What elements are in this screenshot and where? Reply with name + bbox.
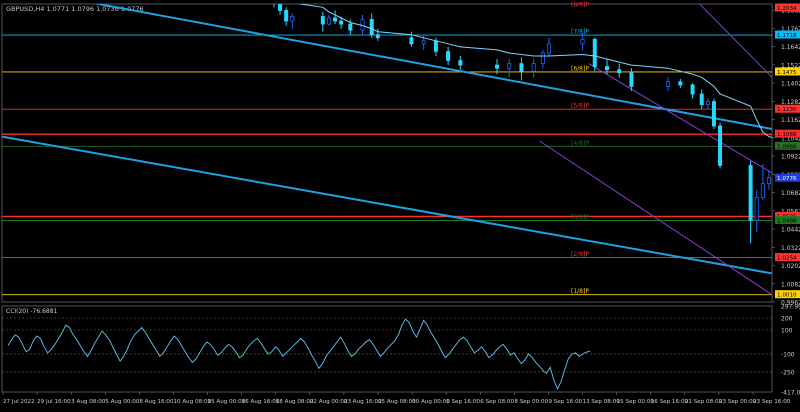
level-label: [6/8]P xyxy=(571,65,589,72)
level-price-label: 1.1230 xyxy=(777,107,797,113)
price-tick-label: 1.0202 xyxy=(781,263,800,270)
price-tick-label: 1.0322 xyxy=(781,245,800,252)
current-price-label: 1.0776 xyxy=(777,176,797,182)
level-label: [2/8]P xyxy=(571,251,589,258)
candle-body xyxy=(272,0,275,3)
level-price-label: 1.0254 xyxy=(777,256,797,262)
level-label: [4/8]P xyxy=(571,140,589,147)
candle-body xyxy=(348,23,353,31)
candle-body xyxy=(433,40,438,52)
level-label: [8/8]P xyxy=(571,2,589,9)
time-tick-label: 9 Sep 16:00 xyxy=(548,399,582,405)
time-tick-label: 23 Sep 16:00 xyxy=(753,399,791,405)
level-label: [3/8]P xyxy=(571,214,589,221)
price-axis: 1.18821.17621.16421.15221.14021.12821.11… xyxy=(772,8,800,307)
candle-body xyxy=(629,72,634,87)
level-price-label: 1.0010 xyxy=(777,293,797,299)
candle-body xyxy=(326,17,331,25)
candle-body xyxy=(519,63,524,72)
price-tick-label: 1.0082 xyxy=(781,281,800,288)
time-tick-label: 1 Sep 16:00 xyxy=(446,399,480,405)
time-tick-label: 27 Jul 2022 xyxy=(3,399,35,405)
candle-body xyxy=(284,9,289,22)
level-price-label: 1.1475 xyxy=(777,70,797,76)
price-tick-label: 1.1642 xyxy=(781,44,800,51)
candle-body xyxy=(754,196,759,221)
time-tick-label: 3 Aug 08:00 xyxy=(71,399,106,405)
candle-body xyxy=(666,81,671,87)
candle-body xyxy=(409,37,414,45)
chart-window: GBPUSD,H4 1.0771 1.0796 1.0736 1.0776 1.1… xyxy=(0,0,800,408)
candle-body xyxy=(458,60,463,66)
time-tick-label: 6 Sep 08:00 xyxy=(480,399,514,405)
cci-tick-label: 297.9903 xyxy=(781,304,800,311)
candle-body xyxy=(531,63,536,72)
chart-svg: GBPUSD,H4 1.0771 1.0796 1.0736 1.07761.1… xyxy=(1,0,800,405)
time-tick-label: 23 Sep 00:00 xyxy=(719,399,757,405)
candle-body xyxy=(375,34,380,39)
time-tick-label: 15 Aug 00:00 xyxy=(208,399,246,405)
candle-body xyxy=(320,16,325,25)
candle-body xyxy=(678,81,683,86)
cci-label: CCI(20) -76.6881 xyxy=(6,308,58,315)
time-tick-label: 5 Aug 00:00 xyxy=(105,399,140,405)
candle-body xyxy=(690,84,695,95)
level-price-label: 1.0498 xyxy=(777,219,797,225)
candle-body xyxy=(540,52,545,64)
cci-tick-label: -250 xyxy=(781,369,795,376)
candle-body xyxy=(446,51,451,61)
candle-body xyxy=(333,17,338,22)
candle-body xyxy=(617,69,622,74)
price-tick-label: 1.1162 xyxy=(781,117,800,124)
candle-body xyxy=(718,125,723,166)
time-tick-label: 25 Aug 08:00 xyxy=(378,399,416,405)
candle-body xyxy=(369,19,374,36)
time-tick-label: 22 Aug 00:00 xyxy=(310,399,348,405)
time-tick-label: 16 Sep 16:00 xyxy=(651,399,689,405)
candle-body xyxy=(494,64,499,69)
candle-body xyxy=(339,20,344,25)
level-label: [1/8]P xyxy=(571,288,589,295)
candle-body xyxy=(711,101,716,127)
candle-body xyxy=(421,40,426,45)
level-price-label: 1.1718 xyxy=(777,33,797,39)
price-tick-label: 1.0682 xyxy=(781,190,800,197)
time-tick-label: 15 Sep 00:00 xyxy=(617,399,655,405)
candle-body xyxy=(592,38,597,68)
candle-body xyxy=(766,177,771,185)
time-tick-label: 29 Jul 16:00 xyxy=(37,399,71,405)
candle-body xyxy=(605,66,610,71)
time-tick-label: 23 Aug 16:00 xyxy=(344,399,382,405)
candle-body xyxy=(699,93,704,106)
cci-tick-label: 100 xyxy=(781,327,793,334)
time-tick-label: 10 Aug 08:00 xyxy=(173,399,211,405)
candle-body xyxy=(760,183,765,198)
cci-tick-label: -417.0563 xyxy=(781,390,800,397)
candle-body xyxy=(748,165,753,221)
candle-body xyxy=(507,63,512,69)
time-tick-label: 21 Sep 08:00 xyxy=(685,399,723,405)
level-price-label: 1.0986 xyxy=(777,144,797,150)
candle-body xyxy=(580,38,585,45)
time-tick-label: 18 Aug 08:00 xyxy=(276,399,314,405)
time-tick-label: 16 Aug 16:00 xyxy=(242,399,280,405)
price-tick-label: 1.0922 xyxy=(781,154,800,161)
candle-body xyxy=(705,101,710,106)
time-tick-label: 8 Aug 16:00 xyxy=(139,399,174,405)
price-tick-label: 1.0442 xyxy=(781,227,800,234)
candle-body xyxy=(546,43,551,54)
time-tick-label: 30 Aug 00:00 xyxy=(412,399,450,405)
time-axis: 27 Jul 2022 29 Jul 16:00 3 Aug 08:00 5 Aug … xyxy=(2,392,791,405)
cci-tick-label: 200 xyxy=(781,315,793,322)
candle-body xyxy=(290,16,295,22)
time-tick-label: 13 Sep 08:00 xyxy=(583,399,621,405)
price-tick-label: 1.1402 xyxy=(781,81,800,88)
cci-tick-label: -100 xyxy=(781,351,795,358)
time-tick-label: 8 Sep 00:00 xyxy=(514,399,548,405)
level-label: [5/8]P xyxy=(571,103,589,110)
level-label: [7/8]P xyxy=(571,29,589,36)
level-price-label: 1.2034 xyxy=(777,6,797,12)
level-price-label: 1.1066 xyxy=(777,132,797,138)
